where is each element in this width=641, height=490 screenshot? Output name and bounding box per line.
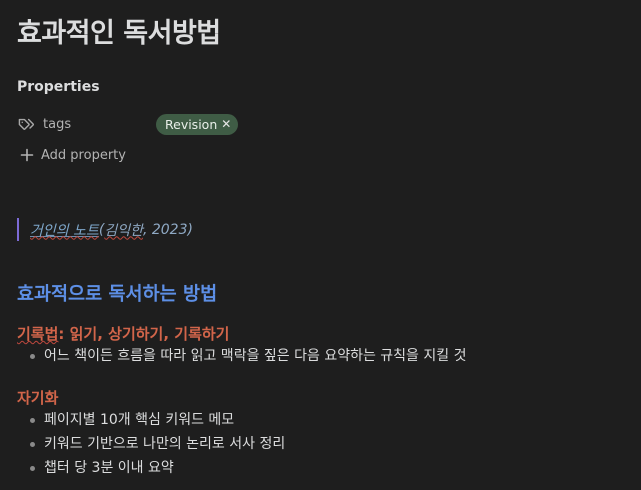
citation-rest: , 2023): [142, 221, 193, 238]
subsection-heading-2: 자기화: [17, 387, 58, 408]
subsection-heading-word: 자기화: [17, 389, 59, 407]
list-item: 키워드 기반으로 나만의 논리로 서사 정리: [30, 432, 285, 456]
list-item: 어느 책이든 흐름을 따라 읽고 맥락을 짚은 다음 요약하는 규칙을 지킬 것: [30, 344, 466, 368]
list-item: 챕터 당 3분 이내 요약: [30, 456, 285, 480]
subsection-heading-word: 기록법: [17, 325, 59, 343]
link-text: 거인의 노트: [30, 222, 99, 239]
properties-heading[interactable]: Properties: [17, 79, 100, 95]
property-key-tags[interactable]: tags: [43, 117, 156, 132]
subsection-heading-1: 기록법: 읽기, 상기하기, 기록하기: [17, 323, 229, 344]
plus-icon: [19, 147, 35, 163]
add-property-label: Add property: [41, 147, 126, 163]
list-item: 페이지별 10개 핵심 키워드 메모: [30, 408, 285, 432]
property-row-tags[interactable]: tags Revision ✕: [17, 111, 617, 137]
bullet-list-1: 어느 책이든 흐름을 따라 읽고 맥락을 짚은 다음 요약하는 규칙을 지킬 것: [30, 344, 466, 368]
tag-pill-revision[interactable]: Revision ✕: [156, 113, 239, 135]
internal-link[interactable]: 거인의 노트: [30, 220, 99, 240]
tag-label: Revision: [165, 116, 218, 132]
tags-icon: [17, 115, 35, 133]
remove-tag-icon[interactable]: ✕: [221, 117, 231, 131]
bullet-list-2: 페이지별 10개 핵심 키워드 메모 키워드 기반으로 나만의 논리로 서사 정…: [30, 408, 285, 480]
citation-author: 김익한: [104, 222, 143, 239]
note-title[interactable]: 효과적인 독서방법: [17, 18, 221, 50]
add-property-button[interactable]: Add property: [19, 147, 126, 163]
subsection-heading-rest: : 읽기, 상기하기, 기록하기: [58, 325, 230, 343]
section-heading: 효과적으로 독서하는 방법: [17, 284, 218, 305]
note-view: 효과적인 독서방법 Properties tags Revision ✕ Add…: [0, 0, 641, 490]
blockquote: 거인의 노트(김익한, 2023): [17, 218, 193, 241]
